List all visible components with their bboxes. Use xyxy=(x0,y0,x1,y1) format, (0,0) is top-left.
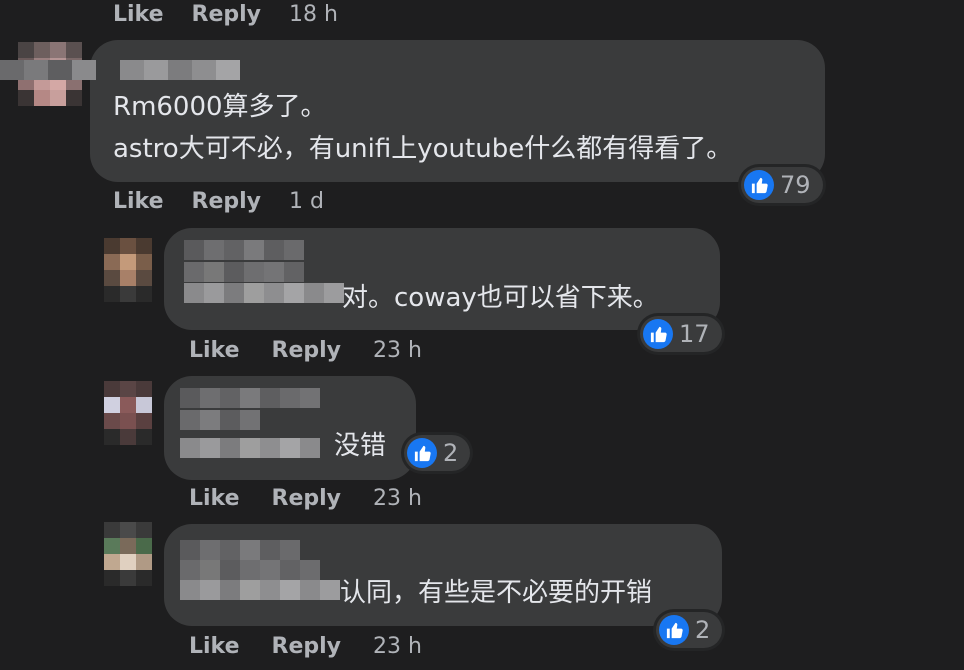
reaction-count[interactable]: 2 xyxy=(656,612,723,648)
avatar[interactable] xyxy=(104,381,152,445)
author-name-blurred xyxy=(184,283,344,303)
like-button[interactable]: Like xyxy=(189,338,240,363)
avatar[interactable] xyxy=(104,522,152,586)
comment-text-line-1: Rm6000算多了。 xyxy=(113,92,327,122)
avatar[interactable] xyxy=(104,238,152,302)
reply-button[interactable]: Reply xyxy=(272,338,342,363)
comment-text: 没错 xyxy=(334,431,387,461)
comment-text: 对。coway也可以省下来。 xyxy=(342,283,659,313)
reaction-count-value: 2 xyxy=(443,439,459,467)
author-name-blurred xyxy=(180,560,320,580)
like-button[interactable]: Like xyxy=(113,2,164,27)
reaction-count[interactable]: 2 xyxy=(404,435,471,471)
comment-text: 认同，有些是不必要的开销 xyxy=(340,578,653,608)
timestamp: 23 h xyxy=(373,486,422,511)
timestamp: 23 h xyxy=(373,634,422,659)
reply-button[interactable]: Reply xyxy=(192,189,262,214)
comment-actions: Like Reply 1 d xyxy=(113,189,324,214)
author-name-blurred[interactable] xyxy=(184,240,304,260)
reaction-count-value: 79 xyxy=(780,171,811,199)
reply-button[interactable]: Reply xyxy=(272,486,342,511)
like-button[interactable]: Like xyxy=(189,634,240,659)
like-button[interactable]: Like xyxy=(189,486,240,511)
author-name-blurred xyxy=(180,410,260,430)
author-name-blurred xyxy=(180,438,320,458)
author-name-blurred xyxy=(184,262,304,282)
reaction-count[interactable]: 79 xyxy=(741,167,823,203)
reaction-count[interactable]: 17 xyxy=(640,316,722,352)
timestamp: 18 h xyxy=(289,2,338,27)
author-name-blurred[interactable] xyxy=(180,540,300,560)
comment-text-line-2: astro大可不必，有unifi上youtube什么都有得看了。 xyxy=(113,134,733,164)
author-name-blurred[interactable] xyxy=(120,60,240,80)
reaction-count-value: 17 xyxy=(679,320,710,348)
like-thumb-icon xyxy=(407,438,437,468)
author-name-blurred xyxy=(180,580,340,600)
reply-button[interactable]: Reply xyxy=(272,634,342,659)
author-name-blurred[interactable] xyxy=(180,388,320,408)
reply-button[interactable]: Reply xyxy=(192,2,262,27)
timestamp: 1 d xyxy=(289,189,324,214)
comment-actions: Like Reply 23 h xyxy=(189,486,422,511)
author-name-blurred[interactable] xyxy=(0,60,96,80)
like-thumb-icon xyxy=(659,615,689,645)
comment-actions: Like Reply 23 h xyxy=(189,338,422,363)
timestamp: 23 h xyxy=(373,338,422,363)
like-button[interactable]: Like xyxy=(113,189,164,214)
reaction-count-value: 2 xyxy=(695,616,711,644)
like-thumb-icon xyxy=(643,319,673,349)
like-thumb-icon xyxy=(744,170,774,200)
comment-actions-top: Like Reply 18 h xyxy=(113,2,338,27)
comment-actions: Like Reply 23 h xyxy=(189,634,422,659)
